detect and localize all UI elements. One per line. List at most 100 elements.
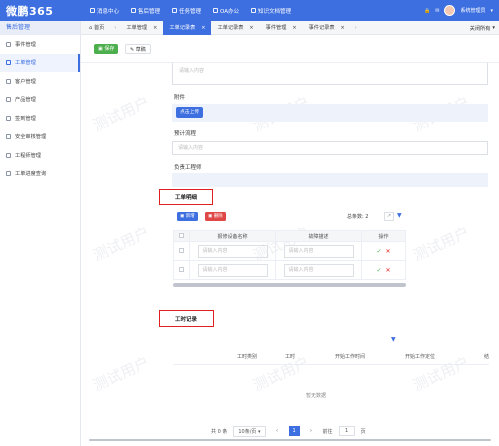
table-row: 请输入内容 请输入内容 ✓ ✕: [173, 241, 406, 261]
column-header: 开始工作定位: [365, 350, 435, 365]
sidebar-item-work-orders[interactable]: 工单管理: [0, 53, 80, 72]
close-all-button[interactable]: 关闭所有 ▾: [470, 21, 495, 35]
table-header: 报修设备名称 故障描述 操作: [173, 230, 406, 242]
top-nav-oa[interactable]: OA办公: [207, 0, 245, 21]
top-nav-knowledge[interactable]: 知识文档管理: [245, 0, 297, 21]
chevron-down-icon: ▾: [258, 428, 261, 435]
row-select-cell[interactable]: [173, 241, 190, 261]
sidebar-item-engineers[interactable]: 工程师管理: [0, 146, 80, 165]
filter-icon[interactable]: ▼: [391, 336, 396, 343]
task-icon: [172, 8, 178, 13]
draft-button[interactable]: ✎ 草稿: [125, 44, 151, 54]
app-logo[interactable]: 微鹏365: [6, 3, 53, 19]
document-icon: [251, 8, 257, 13]
select-all-cell[interactable]: [173, 230, 190, 242]
description-textarea[interactable]: 请输入内容: [172, 63, 488, 85]
user-area[interactable]: 🔒 ✉ 系统管理员 ▾: [424, 0, 493, 21]
tab-event-manage[interactable]: 事件管理 ×: [260, 21, 303, 35]
mail-icon[interactable]: ✉: [435, 8, 439, 14]
fault-description-input[interactable]: 请输入内容: [283, 244, 354, 258]
checkbox[interactable]: [179, 232, 184, 238]
page-unit: 页: [360, 428, 366, 435]
close-icon[interactable]: ×: [292, 25, 296, 31]
watermark: 测试用户: [410, 223, 473, 265]
page-number[interactable]: 1: [288, 426, 300, 436]
column-header: 工时: [257, 350, 295, 365]
close-icon[interactable]: ×: [153, 25, 157, 31]
table-header: 工时类别 工时 开始工作时间 开始工作定位 结: [173, 350, 489, 365]
goto-page-input[interactable]: 1: [338, 426, 355, 436]
tabs-bar: ⌂ 首页 ‹ 工单管理 × 工单记录表 × 工单记录表 × 事件管理 × 事件记录表 × …: [81, 20, 499, 35]
column-header: 结: [435, 350, 489, 365]
tab-event-record[interactable]: 事件记录表 ×: [303, 21, 351, 35]
sidebar-item-security-review[interactable]: 安全审核管理: [0, 128, 80, 147]
fault-description-input[interactable]: 请输入内容: [283, 263, 354, 277]
sidebar-title[interactable]: 售后管理: [0, 21, 80, 35]
chevron-down-icon[interactable]: ▾: [490, 8, 493, 14]
customer-icon: [6, 78, 11, 84]
cancel-icon[interactable]: ✕: [386, 248, 391, 255]
user-name[interactable]: 系统管理员: [460, 7, 485, 14]
device-cell: 请输入内容: [189, 260, 276, 280]
close-icon[interactable]: ×: [341, 25, 345, 31]
watermark: 测试用户: [90, 353, 153, 395]
upload-area: 点击上传: [172, 104, 488, 122]
wrench-icon: [131, 8, 137, 13]
column-header: 操作: [361, 230, 406, 242]
product-icon: [6, 97, 11, 103]
tab-work-order-record-active[interactable]: 工单记录表 ×: [163, 20, 212, 35]
tabs-next-button[interactable]: ›: [351, 25, 361, 31]
event-icon: [6, 41, 11, 47]
tab-home[interactable]: ⌂ 首页: [81, 21, 110, 35]
device-name-input[interactable]: 请输入内容: [197, 263, 268, 277]
sidebar-item-products[interactable]: 产品管理: [0, 91, 80, 110]
device-name-input[interactable]: 请输入内容: [197, 244, 268, 258]
add-row-button[interactable]: ▣ 新增: [177, 212, 198, 221]
close-icon[interactable]: ×: [249, 25, 253, 31]
column-header: 工时类别: [173, 350, 257, 365]
confirm-icon[interactable]: ✓: [376, 248, 381, 255]
column-header: 开始工作时间: [295, 350, 365, 365]
filter-icon[interactable]: ▼: [397, 212, 402, 219]
action-cell: ✓ ✕: [361, 241, 406, 261]
detail-table: 报修设备名称 故障描述 操作 请输入内容 请输入内容 ✓ ✕ 请输入内容 请输入内…: [173, 230, 406, 280]
form-content: 测试用户 测试用户 测试用户 测试用户 测试用户 测试用户 测试用户 测试用户 …: [81, 63, 499, 446]
sidebar-item-progress[interactable]: 工单进度查询: [0, 165, 80, 184]
bell-icon: [90, 8, 95, 13]
upload-button[interactable]: 点击上传: [176, 107, 204, 118]
checkbox[interactable]: [179, 266, 184, 272]
planned-process-input[interactable]: 请输入内容: [172, 141, 488, 155]
device-cell: 请输入内容: [189, 241, 276, 261]
prev-page-button[interactable]: ‹: [272, 426, 283, 436]
fault-cell: 请输入内容: [275, 241, 362, 261]
empty-state: 暂无数据: [306, 393, 327, 399]
sidebar-item-customers[interactable]: 客户管理: [0, 72, 80, 91]
next-page-button[interactable]: ›: [306, 426, 317, 436]
top-nav-after-sales[interactable]: 售后管理: [125, 0, 166, 21]
top-nav-messages[interactable]: 消息中心: [84, 0, 125, 21]
top-nav-tasks[interactable]: 任务管理: [166, 0, 207, 21]
delete-row-button[interactable]: ▣ 删除: [205, 212, 226, 221]
checkbox[interactable]: [179, 247, 184, 253]
close-icon[interactable]: ×: [201, 25, 205, 31]
top-nav: 消息中心 售后管理 任务管理 OA办公 知识文档管理: [84, 0, 297, 21]
avatar[interactable]: [444, 5, 456, 16]
tab-work-order-record[interactable]: 工单记录表 ×: [211, 21, 259, 35]
page-size-select[interactable]: 10条/页 ▾: [233, 425, 266, 437]
lock-icon[interactable]: 🔒: [424, 8, 430, 14]
confirm-icon[interactable]: ✓: [376, 267, 381, 274]
resize-icon[interactable]: ↗: [384, 212, 394, 221]
row-select-cell[interactable]: [173, 260, 190, 280]
total-records: 共 0 条: [211, 428, 228, 435]
cancel-icon[interactable]: ✕: [386, 267, 391, 274]
tab-work-order-manage[interactable]: 工单管理 ×: [120, 21, 163, 35]
table-scrollbar[interactable]: [173, 283, 406, 287]
tabs-prev-button[interactable]: ‹: [110, 25, 120, 31]
sidebar-item-checkin[interactable]: 签到管理: [0, 109, 80, 128]
sidebar-item-events[interactable]: 事件管理: [0, 35, 80, 54]
engineer-field[interactable]: [172, 173, 488, 187]
save-button[interactable]: ▣ 保存: [94, 44, 119, 54]
horizontal-scrollbar[interactable]: [89, 439, 491, 441]
goto-label: 前往: [322, 428, 333, 435]
shield-icon: [6, 134, 11, 140]
